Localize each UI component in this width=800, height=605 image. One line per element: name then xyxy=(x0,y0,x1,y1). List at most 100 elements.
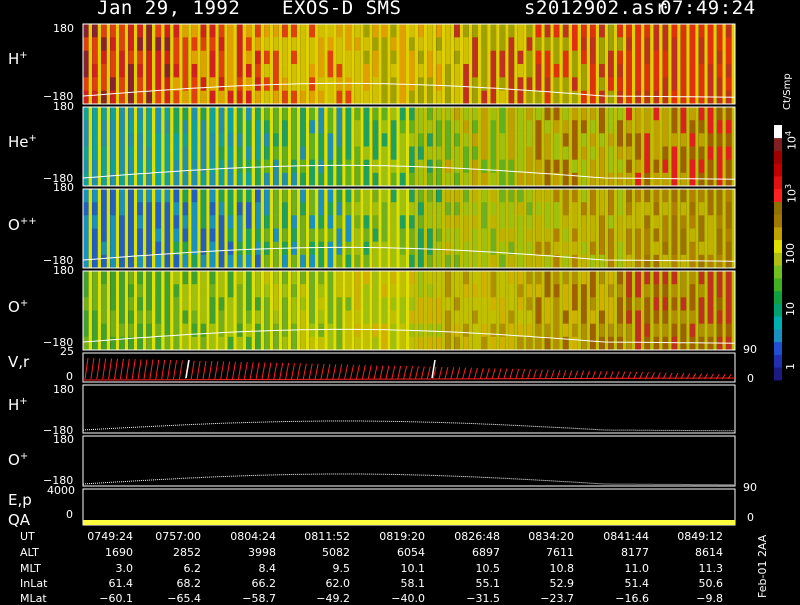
table-cell: 8614 xyxy=(695,546,723,559)
table-cell: 68.2 xyxy=(176,577,202,590)
colorbar-swatch xyxy=(774,163,782,177)
table-row-label: UT xyxy=(20,530,35,543)
panel-label-h-plus-line: H+ xyxy=(8,396,28,414)
tick-o-plusplus-max: 180 xyxy=(53,181,74,194)
table-cell: 0834:20 xyxy=(528,530,574,543)
o-line-panel-frame xyxy=(82,435,736,487)
table-cell: −65.4 xyxy=(167,592,201,605)
header-file: s2012902.asr xyxy=(524,0,668,19)
colorbar-swatch xyxy=(774,150,782,164)
table-cell: 9.5 xyxy=(332,562,351,575)
spectrogram-chart xyxy=(82,23,782,526)
tick-vr-min: 0 xyxy=(66,370,73,383)
header-instrument: EXOS-D SMS xyxy=(282,0,402,19)
rtick-vr-min: 0 xyxy=(747,372,754,385)
table-cell: 0811:52 xyxy=(304,530,350,543)
table-cell: 11.3 xyxy=(698,562,724,575)
colorbar-swatch xyxy=(774,341,782,355)
table-row-label: InLat xyxy=(20,577,48,590)
table-cell: 2852 xyxy=(173,546,201,559)
table-cell: 10.8 xyxy=(549,562,575,575)
table-cell: −16.6 xyxy=(615,592,649,605)
header-date: Jan 29, 1992 xyxy=(97,0,241,19)
colorbar-swatch xyxy=(774,316,782,330)
table-cell: 1690 xyxy=(105,546,133,559)
table-cell: 5082 xyxy=(322,546,350,559)
table-cell: 66.2 xyxy=(251,577,277,590)
table-cell: 10.5 xyxy=(475,562,501,575)
o-plusplus-spectrogram xyxy=(82,189,736,269)
colorbar-swatch xyxy=(774,354,782,368)
table-cell: 0804:24 xyxy=(230,530,276,543)
table-cell: 0849:12 xyxy=(677,530,723,543)
panel-label-o-plus: O+ xyxy=(8,298,29,316)
table-cell: 61.4 xyxy=(108,577,134,590)
colorbar-swatch xyxy=(774,290,782,304)
ep-qa-panel-frame xyxy=(82,488,736,526)
table-cell: 0757:00 xyxy=(155,530,201,543)
tick-vr-max: 25 xyxy=(60,345,74,358)
table-cell: 8177 xyxy=(621,546,649,559)
table-cell: 0749:24 xyxy=(87,530,133,543)
colorbar-swatch xyxy=(774,176,782,190)
table-cell: −23.7 xyxy=(540,592,574,605)
table-cell: 10.1 xyxy=(400,562,426,575)
table-cell: −49.2 xyxy=(316,592,350,605)
colorbar-swatch xyxy=(774,278,782,292)
colorbar-tick-10: 10 xyxy=(784,302,797,316)
table-cell: 50.6 xyxy=(698,577,724,590)
panel-label-qa: QA xyxy=(8,511,31,529)
h-line-panel-frame xyxy=(82,384,736,434)
table-cell: 6897 xyxy=(472,546,500,559)
colorbar-tick-100: 100 xyxy=(784,243,797,264)
table-cell: 0819:20 xyxy=(379,530,425,543)
tick-h-plus-max: 180 xyxy=(53,22,74,35)
table-cell: −9.8 xyxy=(696,592,723,605)
colorbar-tick-1: 1 xyxy=(784,363,797,370)
qa-bar xyxy=(83,520,735,525)
table-cell: 8.4 xyxy=(258,562,277,575)
colorbar-swatch xyxy=(774,201,782,215)
table-row-label: MLat xyxy=(20,592,47,605)
colorbar-swatch xyxy=(774,367,782,381)
tick-ep-max: 4000 xyxy=(47,484,75,497)
colorbar-swatch xyxy=(774,303,782,317)
rtick-ep-max: 90 xyxy=(743,481,757,494)
colorbar-swatch xyxy=(774,125,782,139)
colorbar-swatch xyxy=(774,239,782,253)
tick-o-line-max: 180 xyxy=(53,433,74,446)
table-row-label: MLT xyxy=(20,562,41,575)
colorbar-swatch xyxy=(774,188,782,202)
o-plus-spectrogram xyxy=(82,271,736,351)
colorbar-swatch xyxy=(774,227,782,241)
table-cell: 51.4 xyxy=(624,577,650,590)
header-time: 07:49:24 xyxy=(660,0,756,19)
table-cell: 55.1 xyxy=(475,577,501,590)
panel-label-he-plus: He+ xyxy=(8,133,37,151)
table-cell: −60.1 xyxy=(99,592,133,605)
colorbar-swatch xyxy=(774,214,782,228)
table-cell: 3998 xyxy=(248,546,276,559)
he-plus-spectrogram xyxy=(82,107,736,187)
colorbar-tick-10000: 104 xyxy=(784,130,799,150)
table-cell: 0826:48 xyxy=(454,530,500,543)
rtick-vr-max: 90 xyxy=(743,343,757,356)
tick-he-plus-max: 180 xyxy=(53,100,74,113)
rtick-qa-min: 0 xyxy=(747,511,754,524)
tick-o-plus-max: 180 xyxy=(53,264,74,277)
table-cell: 62.0 xyxy=(325,577,351,590)
table-cell: 6054 xyxy=(397,546,425,559)
table-cell: 11.0 xyxy=(624,562,650,575)
panel-label-o-plusplus: O++ xyxy=(8,216,37,234)
colorbar-swatch xyxy=(774,137,782,151)
h-plus-spectrogram xyxy=(82,24,736,105)
table-cell: −31.5 xyxy=(466,592,500,605)
colorbar-swatch xyxy=(774,265,782,279)
table-cell: 3.0 xyxy=(115,562,134,575)
panel-label-o-plus-line: O+ xyxy=(8,451,29,469)
panel-label-vr: V,r xyxy=(8,353,30,371)
panel-label-ep: E,p xyxy=(8,491,32,509)
colorbar-swatch xyxy=(774,329,782,343)
table-cell: −58.7 xyxy=(242,592,276,605)
table-cell: −40.0 xyxy=(391,592,425,605)
